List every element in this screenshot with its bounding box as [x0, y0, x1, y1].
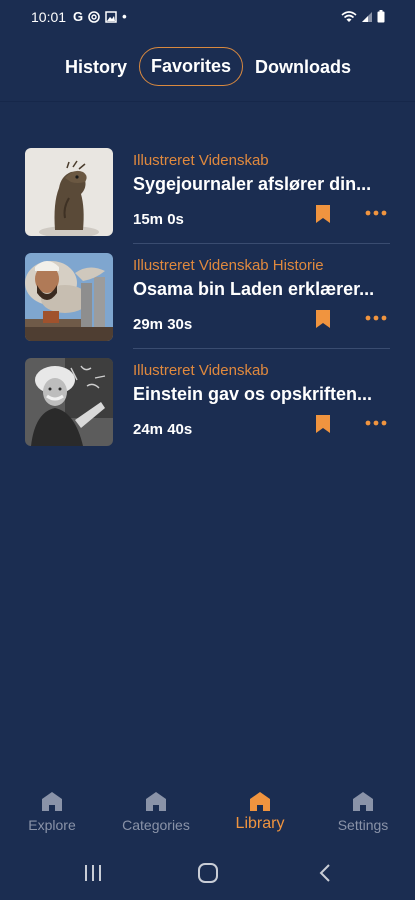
library-tabs: History Favorites Downloads [0, 47, 415, 89]
nav-categories[interactable]: Categories [114, 780, 198, 840]
item-divider [133, 243, 390, 244]
back-icon[interactable] [314, 862, 336, 884]
episode-title[interactable]: Einstein gav os opskriften... [133, 384, 395, 405]
google-icon: G [73, 9, 84, 24]
nav-label: Library [235, 815, 285, 832]
list-item[interactable]: Illustreret Videnskab Historie Osama bin… [0, 250, 415, 355]
status-right-icons [341, 10, 385, 23]
system-navigation-bar [0, 852, 415, 896]
bottom-navigation: Explore Categories Library Settings [0, 780, 415, 840]
tab-downloads[interactable]: Downloads [250, 47, 356, 87]
list-item[interactable]: Illustreret Videnskab Sygejournaler afsl… [0, 145, 415, 250]
tab-favorites[interactable]: Favorites [139, 47, 243, 86]
bin-laden-thumbnail-image [25, 253, 113, 341]
tabs-divider [0, 101, 415, 102]
item-divider [133, 348, 390, 349]
podcast-source: Illustreret Videnskab Historie [133, 257, 324, 274]
nav-label: Explore [28, 817, 76, 833]
episode-thumbnail[interactable] [25, 253, 113, 341]
nav-explore[interactable]: Explore [16, 780, 88, 840]
podcast-source: Illustreret Videnskab [133, 362, 269, 379]
status-bar: 10:01 G • [0, 0, 415, 34]
signal-icon [362, 11, 372, 22]
episode-thumbnail[interactable] [25, 358, 113, 446]
more-options-icon[interactable] [363, 205, 389, 221]
nav-label: Settings [337, 817, 389, 833]
creature-thumbnail-image [25, 148, 113, 236]
tab-history[interactable]: History [60, 47, 132, 87]
episode-title[interactable]: Sygejournaler afslører din... [133, 174, 395, 195]
bookmark-icon[interactable] [315, 204, 331, 224]
image-icon [105, 10, 117, 23]
status-time: 10:01 [31, 9, 67, 25]
email-icon [88, 10, 100, 23]
nav-settings[interactable]: Settings [329, 780, 397, 840]
episode-duration: 15m 0s [133, 211, 184, 228]
home-icon [146, 792, 166, 811]
home-icon [250, 792, 270, 811]
episode-duration: 29m 30s [133, 316, 193, 333]
list-item[interactable]: Illustreret Videnskab Einstein gav os op… [0, 355, 415, 460]
home-icon [353, 792, 373, 811]
battery-icon [377, 10, 385, 23]
nav-library[interactable]: Library [224, 780, 296, 840]
bookmark-icon[interactable] [315, 309, 331, 329]
recent-apps-icon[interactable] [82, 862, 104, 884]
einstein-thumbnail-image [25, 358, 113, 446]
status-left-icons: G • [73, 9, 127, 24]
wifi-icon [341, 10, 357, 22]
episode-title[interactable]: Osama bin Laden erklærer... [133, 279, 395, 300]
nav-label: Categories [122, 817, 190, 833]
home-button-icon[interactable] [197, 862, 219, 884]
podcast-source: Illustreret Videnskab [133, 152, 269, 169]
notification-dot-icon: • [122, 9, 127, 24]
bookmark-icon[interactable] [315, 414, 331, 434]
more-options-icon[interactable] [363, 415, 389, 431]
more-options-icon[interactable] [363, 310, 389, 326]
episode-duration: 24m 40s [133, 421, 193, 438]
home-icon [42, 792, 62, 811]
episode-thumbnail[interactable] [25, 148, 113, 236]
